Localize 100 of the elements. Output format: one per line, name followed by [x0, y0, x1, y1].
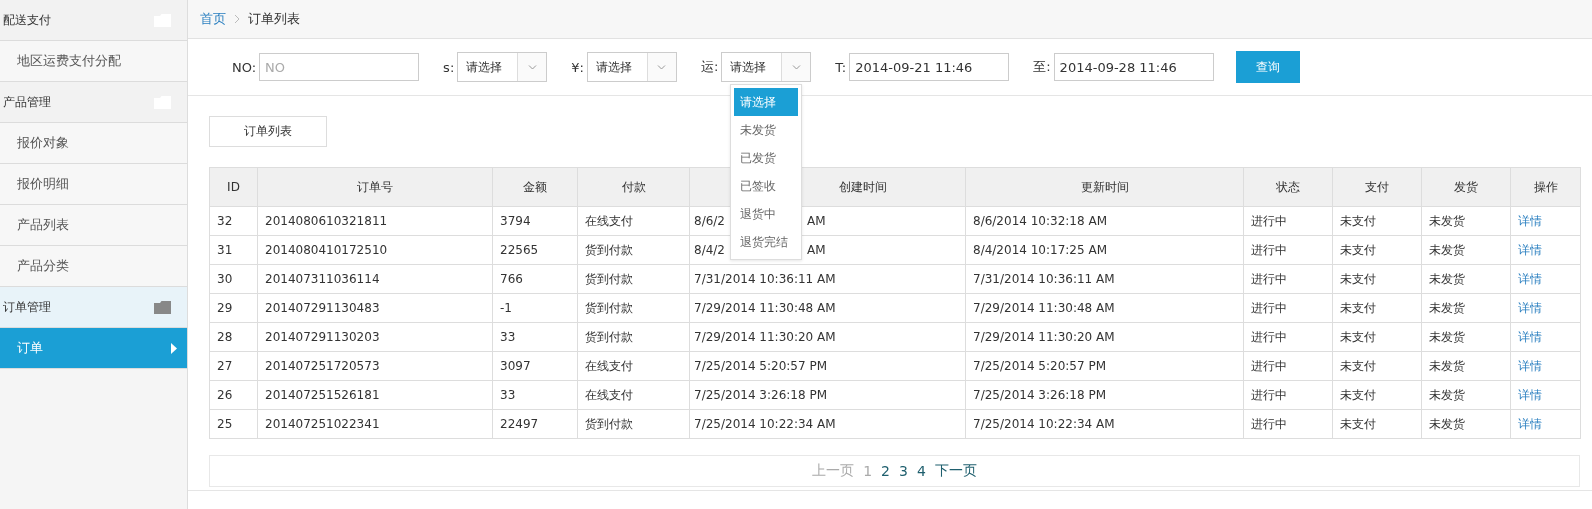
table-cell: 2014080410172510	[265, 243, 388, 257]
table-cell: 201407311036114	[265, 272, 380, 286]
breadcrumb-current: 订单列表	[248, 10, 300, 28]
table-cell: 8/6/2	[694, 214, 725, 228]
table-cell: 未支付	[1340, 358, 1376, 373]
table-cell: 未支付	[1340, 329, 1376, 344]
table-cell: 8/4/2	[694, 243, 725, 257]
input-field[interactable]: 2014-09-21 11:46	[849, 53, 1010, 81]
chevron-icon	[234, 14, 240, 24]
column-header: 付款	[577, 167, 690, 207]
table-cell: 在线支付	[585, 213, 633, 228]
table-cell: 3794	[500, 214, 531, 228]
table-cell: 31	[217, 243, 233, 257]
details-link[interactable]: 详情	[1518, 300, 1542, 315]
column-header: 支付	[1332, 167, 1422, 207]
table-cell: AM	[807, 214, 826, 228]
table-cell: 25	[217, 417, 233, 431]
table-cell: 未支付	[1340, 271, 1376, 286]
table-cell: 未支付	[1340, 213, 1376, 228]
filter-label: 至:	[1033, 58, 1051, 76]
table-cell: -1	[500, 301, 512, 315]
table-cell: 在线支付	[585, 358, 633, 373]
input-field[interactable]: NO	[259, 53, 420, 81]
filter-label: NO:	[232, 59, 257, 75]
table-cell: 766	[500, 272, 523, 286]
table-cell: 进行中	[1251, 242, 1287, 257]
page-link[interactable]: 4	[916, 463, 926, 479]
table-cell: 7/25/2014 5:20:57 PM	[973, 359, 1106, 373]
details-link[interactable]: 详情	[1518, 329, 1542, 344]
table-cell: 201407251526181	[265, 388, 380, 402]
details-link[interactable]: 详情	[1518, 387, 1542, 402]
table-cell: 7/29/2014 11:30:48 AM	[973, 301, 1115, 315]
table-cell: 未支付	[1340, 242, 1376, 257]
table-cell: 7/29/2014 11:30:20 AM	[694, 330, 836, 344]
sidebar-group-header[interactable]: 订单管理	[0, 287, 187, 328]
page-link[interactable]: 2	[881, 463, 890, 479]
chevron-down-icon	[657, 62, 667, 72]
table-cell: 未发货	[1429, 358, 1465, 373]
select-field[interactable]: 请选择	[721, 52, 812, 82]
table-cell: 货到付款	[585, 329, 633, 344]
column-header: 更新时间	[965, 167, 1244, 207]
table-cell: 进行中	[1251, 387, 1287, 402]
column-header: 操作	[1510, 167, 1581, 207]
column-header: ID	[209, 167, 258, 207]
table-cell: 进行中	[1251, 358, 1287, 373]
table-cell: 201407291130203	[265, 330, 380, 344]
table-cell: 货到付款	[585, 271, 633, 286]
table-cell: 29	[217, 301, 233, 315]
table-cell: 货到付款	[585, 416, 633, 431]
table-cell: 货到付款	[585, 300, 633, 315]
table-cell: 201407251022341	[265, 417, 380, 431]
table-cell: 未支付	[1340, 387, 1376, 402]
details-link[interactable]: 详情	[1518, 416, 1542, 431]
table-cell: 7/29/2014 11:30:48 AM	[694, 301, 836, 315]
table-cell: 7/25/2014 10:22:34 AM	[694, 417, 836, 431]
table-cell: 未发货	[1429, 271, 1465, 286]
details-link[interactable]: 详情	[1518, 271, 1542, 286]
table-cell: 33	[500, 388, 516, 402]
select-field[interactable]: 请选择	[457, 52, 548, 82]
table-cell: 在线支付	[585, 387, 633, 402]
column-header: 状态	[1243, 167, 1333, 207]
next-page-link[interactable]: 下一页	[934, 462, 977, 480]
table-cell: 28	[217, 330, 233, 344]
panel-tab[interactable]: 订单列表	[209, 116, 327, 147]
chevron-down-icon	[791, 62, 801, 72]
details-link[interactable]: 详情	[1518, 213, 1542, 228]
table-cell: AM	[807, 243, 826, 257]
table-cell: 进行中	[1251, 329, 1287, 344]
table-cell: 未支付	[1340, 416, 1376, 431]
column-header: 金额	[492, 167, 578, 207]
table-cell: 进行中	[1251, 213, 1287, 228]
table-cell: 货到付款	[585, 242, 633, 257]
table-cell: 进行中	[1251, 300, 1287, 315]
table-cell: 7/25/2014 3:26:18 PM	[694, 388, 827, 402]
table-cell: 27	[217, 359, 233, 373]
table-cell: 33	[500, 330, 516, 344]
details-link[interactable]: 详情	[1518, 242, 1542, 257]
filter-label: 运:	[700, 58, 719, 76]
table-cell: 进行中	[1251, 416, 1287, 431]
filter-label: T:	[835, 59, 847, 75]
table-cell: 7/25/2014 3:26:18 PM	[973, 388, 1106, 402]
table-cell: 进行中	[1251, 271, 1287, 286]
table-cell: 3097	[500, 359, 531, 373]
table-cell: 2014080610321811	[265, 214, 388, 228]
table-cell: 未发货	[1429, 329, 1465, 344]
breadcrumb-link[interactable]: 首页	[200, 10, 226, 28]
select-field[interactable]: 请选择	[586, 52, 677, 82]
triangle-icon	[171, 342, 177, 354]
table-cell: 未发货	[1429, 242, 1465, 257]
table-cell: 7/31/2014 10:36:11 AM	[694, 272, 836, 286]
table-cell: 8/4/2014 10:17:25 AM	[973, 243, 1107, 257]
page-link[interactable]: 3	[899, 463, 908, 479]
filter-label: ¥:	[571, 59, 584, 75]
table-cell: 未支付	[1340, 300, 1376, 315]
folder-icon	[154, 300, 171, 314]
input-field[interactable]: 2014-09-28 11:46	[1053, 53, 1214, 81]
table-cell: 30	[217, 272, 233, 286]
table-cell: 32	[217, 214, 233, 228]
filter-label: s:	[443, 59, 455, 75]
details-link[interactable]: 详情	[1518, 358, 1542, 373]
